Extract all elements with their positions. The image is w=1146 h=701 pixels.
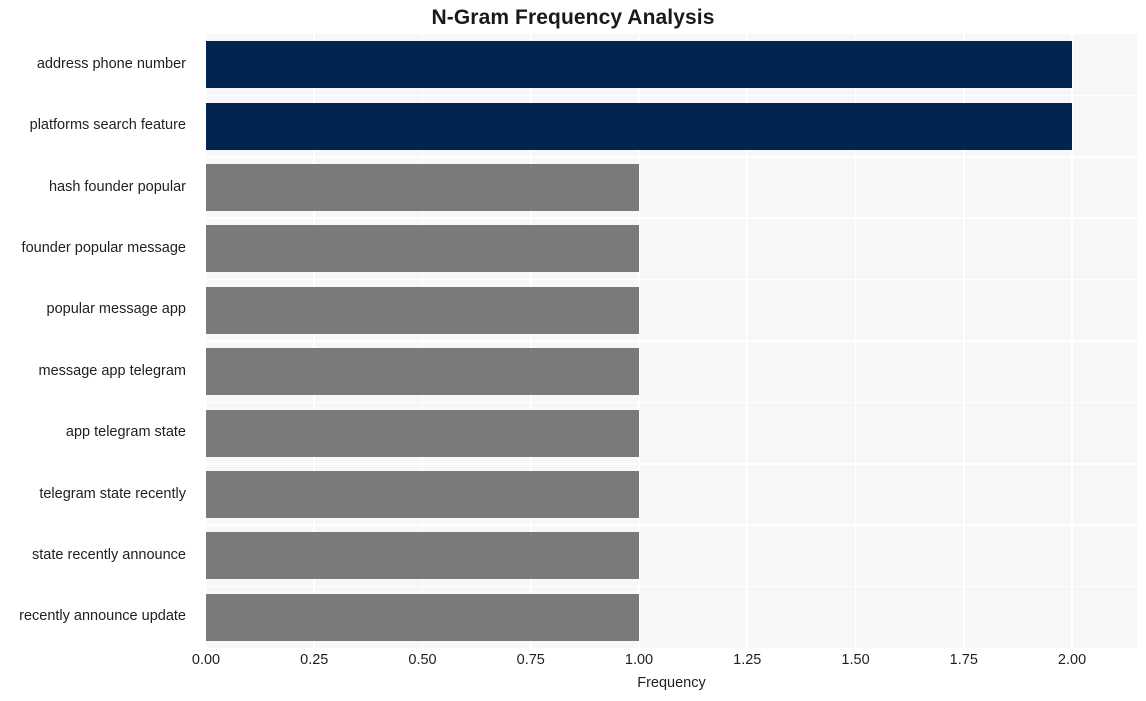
x-axis-tick-label: 2.00: [1057, 652, 1087, 668]
x-axis-tick-label: 1.00: [624, 652, 654, 668]
x-axis-tick-label: 0.25: [300, 652, 329, 668]
y-axis-tick-label: state recently announce: [32, 546, 186, 563]
x-axis-tick-label: 0.50: [408, 652, 437, 668]
y-axis-tick-label: hash founder popular: [48, 178, 186, 195]
page-title: N-Gram Frequency Analysis: [431, 6, 715, 29]
x-axis-tick-label: 1.75: [949, 652, 978, 668]
x-axis-tick-label: 1.50: [841, 652, 870, 668]
y-axis-tick-labels: address phone number platforms search fea…: [0, 34, 1146, 648]
chart-figure: N-Gram Frequency Analysis address phone …: [0, 0, 1146, 701]
y-axis-tick-label: founder popular message: [21, 239, 186, 256]
y-axis-tick-label: app telegram state: [65, 424, 186, 441]
y-axis-tick-label: popular message app: [46, 301, 186, 318]
y-axis-tick-label: message app telegram: [38, 362, 187, 379]
x-axis-tick-label: 0.75: [516, 652, 545, 668]
y-axis-tick-label: platforms search feature: [29, 117, 186, 134]
x-axis-label: Frequency: [637, 675, 706, 691]
y-axis-tick-label: address phone number: [36, 55, 186, 72]
x-axis-tick-label: 0.00: [191, 652, 221, 668]
x-axis-tick-labels: 0.00 0.25 0.50 0.75 1.00 1.25 1.50 1.75 2.00: [0, 652, 1146, 676]
y-axis-tick-label: telegram state recently: [39, 485, 186, 502]
x-axis-tick-label: 1.25: [733, 652, 762, 668]
y-axis-tick-label: recently announce update: [19, 608, 186, 625]
